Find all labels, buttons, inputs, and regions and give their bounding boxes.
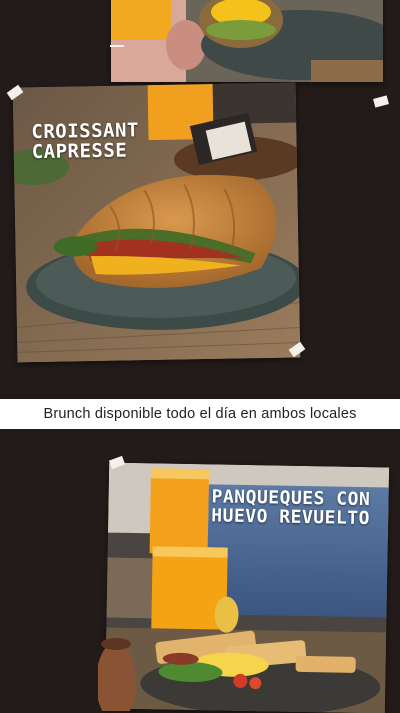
card1-title-line2: CAPRESSE — [31, 139, 128, 164]
tape — [110, 45, 124, 47]
clay-pot-image — [98, 638, 136, 711]
card2-title-line2: HUEVO REVUELTO — [211, 505, 371, 530]
clay-pot — [98, 622, 138, 711]
banner: Brunch disponible todo el día en ambos l… — [0, 399, 400, 429]
tape — [373, 95, 389, 108]
pancakes-photo-card: PANQUEQUES CON HUEVO REVUELTO — [104, 462, 390, 713]
banner-text: Brunch disponible todo el día en ambos l… — [43, 406, 357, 422]
card2-title: PANQUEQUES CON HUEVO REVUELTO — [211, 486, 371, 530]
croissant-photo-card: CROISSANT CAPRESSE — [12, 82, 301, 363]
top-photo — [111, 0, 383, 82]
card1-title: CROISSANT CAPRESSE — [31, 119, 139, 164]
top-photo-image — [111, 0, 383, 82]
